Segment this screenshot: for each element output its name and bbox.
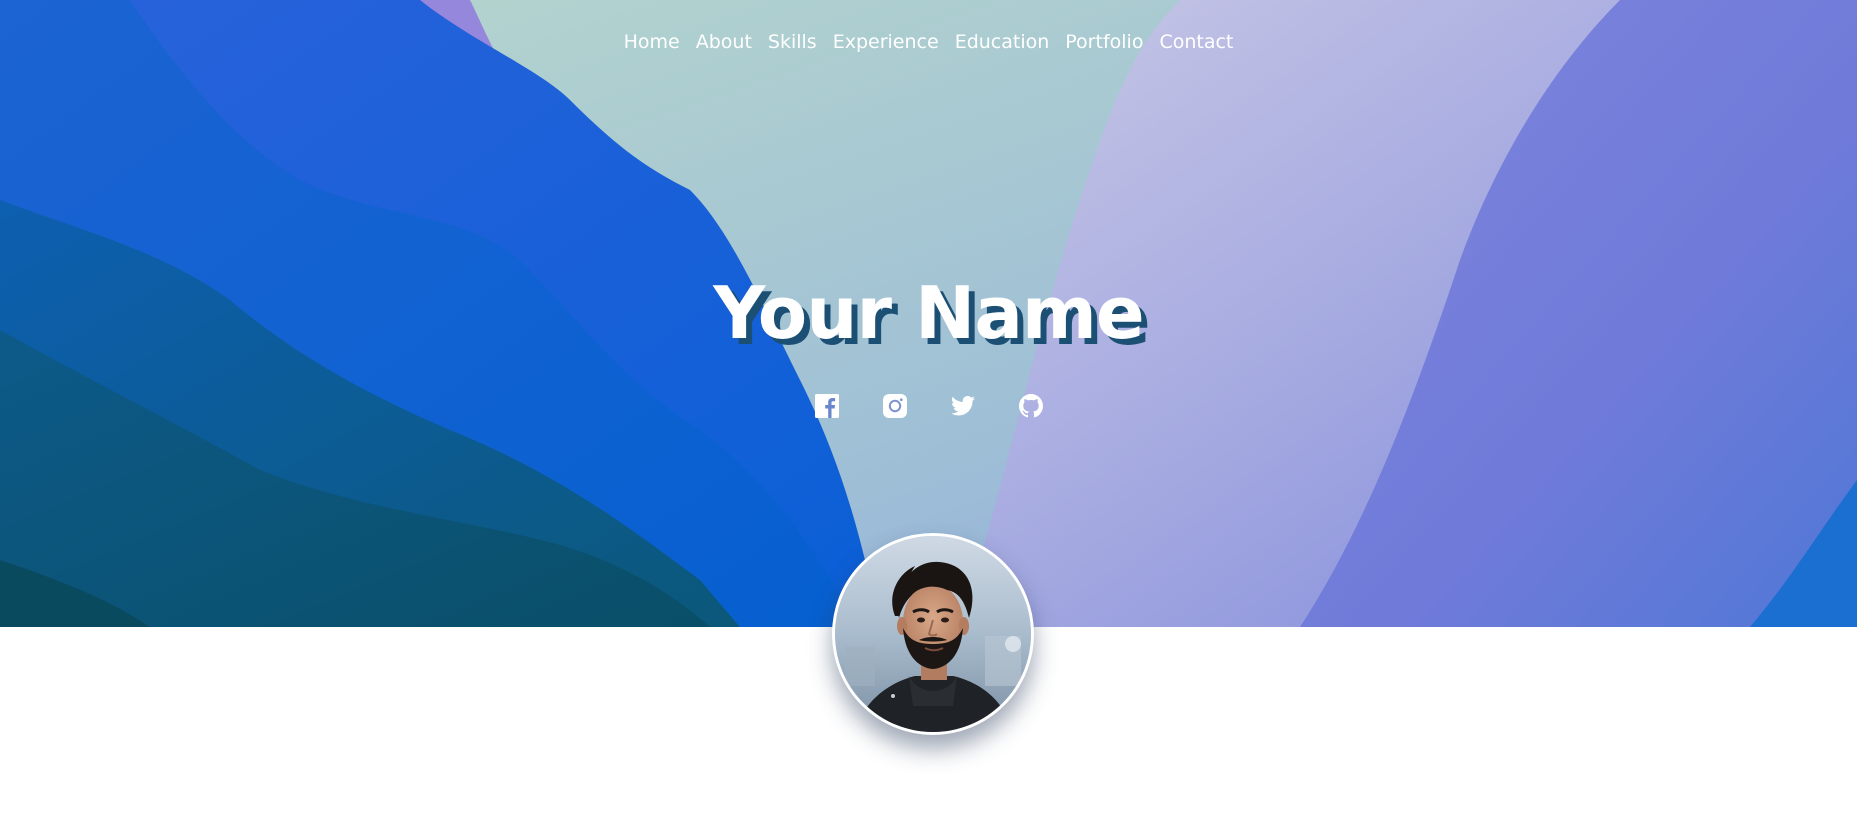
facebook-link[interactable] [814, 393, 840, 419]
main-nav: Home About Skills Experience Education P… [0, 25, 1857, 59]
github-icon [1018, 394, 1043, 418]
nav-item-education[interactable]: Education [947, 25, 1058, 59]
nav-item-about[interactable]: About [688, 25, 760, 59]
profile-avatar [832, 533, 1034, 735]
social-links [0, 393, 1857, 419]
nav-item-experience[interactable]: Experience [825, 25, 947, 59]
twitter-icon [950, 396, 975, 416]
github-link[interactable] [1018, 393, 1044, 419]
twitter-link[interactable] [950, 393, 976, 419]
profile-photo [835, 536, 1031, 732]
hero-title: Your Name [713, 271, 1145, 355]
nav-item-portfolio[interactable]: Portfolio [1057, 25, 1151, 59]
nav-item-skills[interactable]: Skills [760, 25, 825, 59]
instagram-link[interactable] [882, 393, 908, 419]
portfolio-page: Home About Skills Experience Education P… [0, 0, 1857, 831]
nav-item-contact[interactable]: Contact [1151, 25, 1241, 59]
instagram-icon [882, 394, 907, 418]
nav-item-home[interactable]: Home [616, 25, 688, 59]
facebook-icon [814, 394, 839, 418]
